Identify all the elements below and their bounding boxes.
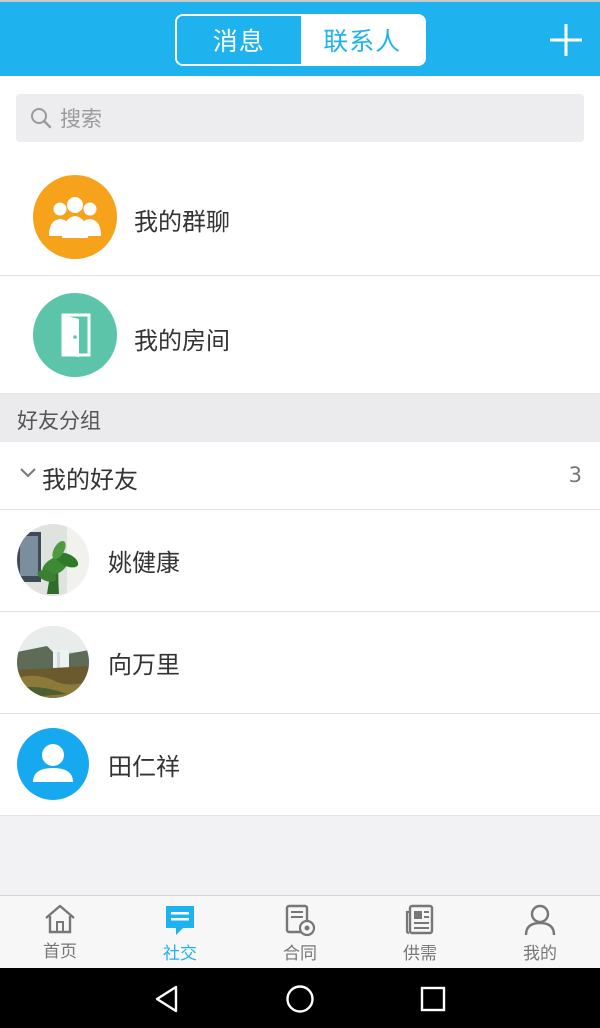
group-name: 我的好友 [42, 466, 138, 494]
search-area: 搜索 [0, 76, 600, 156]
group-row-my-friends[interactable]: 我的好友 3 [0, 442, 600, 510]
friend-name: 姚健康 [108, 549, 180, 577]
tab-messages[interactable]: 消息 [177, 16, 301, 64]
friend-row[interactable]: 田仁祥 [0, 714, 600, 816]
my-group-chats-row[interactable]: 我的群聊 [0, 156, 600, 276]
back-icon[interactable] [154, 985, 180, 1013]
waterfall-photo-avatar [17, 626, 89, 698]
news-icon [405, 904, 434, 935]
search-icon [31, 108, 52, 129]
my-rooms-row[interactable]: 我的房间 [0, 276, 600, 394]
search-input[interactable]: 搜索 [16, 94, 584, 142]
friend-row[interactable]: 向万里 [0, 612, 600, 714]
home-circle-icon[interactable] [285, 984, 315, 1014]
group-count: 3 [568, 463, 582, 487]
home-icon [45, 904, 75, 934]
chevron-down-icon [20, 468, 36, 478]
bottom-tab-bar: 首页 社交 合同 供需 我的 [0, 895, 600, 968]
contract-icon [285, 904, 316, 937]
friend-name: 田仁祥 [108, 753, 180, 781]
plant-photo-avatar [17, 524, 89, 596]
search-placeholder: 搜索 [60, 107, 102, 131]
tab-social[interactable]: 社交 [120, 896, 240, 968]
door-icon [33, 293, 117, 377]
recents-icon[interactable] [420, 986, 446, 1012]
tab-supply-label: 供需 [403, 944, 437, 964]
group-icon [33, 175, 117, 259]
tab-contract-label: 合同 [283, 944, 317, 964]
segmented-control: 消息 联系人 [175, 14, 426, 66]
friend-groups-header: 好友分组 [0, 394, 600, 442]
tab-home-label: 首页 [43, 942, 77, 962]
friend-groups-title: 好友分组 [17, 409, 101, 433]
tab-mine[interactable]: 我的 [480, 896, 600, 968]
person-icon [524, 904, 556, 936]
plus-icon[interactable] [548, 22, 584, 58]
my-group-chats-label: 我的群聊 [134, 208, 230, 236]
tab-contract[interactable]: 合同 [240, 896, 360, 968]
chat-icon [166, 906, 194, 935]
tab-mine-label: 我的 [523, 944, 557, 964]
top-bar: 消息 联系人 [0, 0, 600, 76]
default-user-avatar [17, 728, 89, 800]
tab-contacts[interactable]: 联系人 [300, 16, 424, 64]
tab-social-label: 社交 [163, 944, 197, 964]
friend-name: 向万里 [108, 651, 180, 679]
my-rooms-label: 我的房间 [134, 327, 230, 355]
tab-supply[interactable]: 供需 [360, 896, 480, 968]
friend-row[interactable]: 姚健康 [0, 510, 600, 612]
tab-home[interactable]: 首页 [0, 896, 120, 968]
system-nav-bar [0, 968, 600, 1028]
